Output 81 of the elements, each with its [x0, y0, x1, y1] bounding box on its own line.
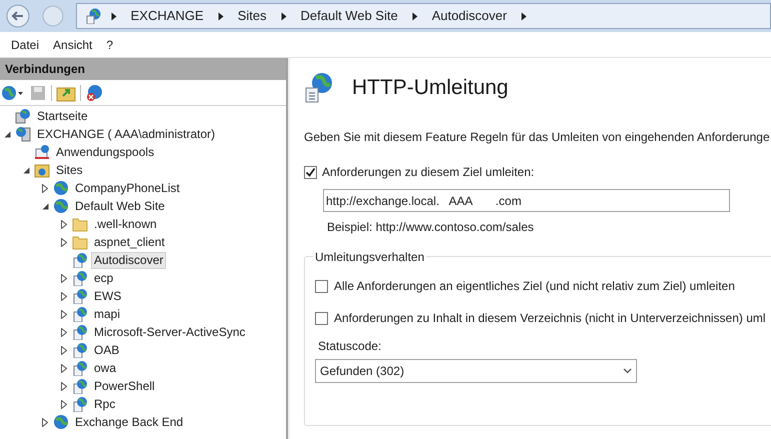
menu-item[interactable]: Ansicht — [46, 32, 100, 56]
tree-item[interactable]: PowerShell — [91, 378, 158, 394]
expand-arrow-icon[interactable] — [42, 184, 48, 192]
server-globe-icon — [15, 126, 31, 142]
application-icon — [72, 288, 88, 304]
description-text: Geben Sie mit diesem Feature Regeln für das Umleiten von eingehenden Anforderunge — [304, 129, 771, 146]
breadcrumb-item[interactable]: EXCHANGE — [126, 6, 208, 26]
expand-arrow-icon[interactable] — [61, 364, 67, 372]
collapse-arrow-icon[interactable] — [4, 130, 10, 138]
globe-dropdown-icon[interactable] — [1, 84, 25, 102]
chevron-right-icon — [412, 12, 418, 20]
tree-item[interactable]: .well-known — [91, 216, 160, 232]
tree-item[interactable]: ecp — [91, 270, 116, 286]
chevron-right-icon — [110, 12, 117, 20]
breadcrumb-item[interactable]: Sites — [234, 6, 270, 26]
collapse-arrow-icon[interactable] — [42, 202, 48, 210]
folder-globe-icon — [34, 162, 50, 178]
feature-title: HTTP-Umleitung — [352, 75, 508, 102]
page-globe-icon — [304, 72, 334, 104]
application-icon — [72, 252, 88, 268]
panel-header: Verbindungen — [0, 58, 286, 80]
tree-item[interactable]: EWS — [91, 288, 124, 304]
expand-arrow-icon[interactable] — [42, 418, 48, 426]
tree-item[interactable]: CompanyPhoneList — [72, 180, 183, 196]
application-icon — [72, 270, 88, 286]
chevron-down-icon — [623, 368, 632, 374]
tree-item[interactable]: Rpc — [91, 396, 118, 412]
example-text: Beispiel: http://www.contoso.com/sales — [327, 219, 535, 236]
statuscode-dropdown[interactable]: Gefunden (302) — [315, 359, 637, 383]
application-icon — [72, 378, 88, 394]
menu-item[interactable]: Datei — [4, 32, 46, 56]
globe-icon — [53, 414, 69, 430]
expand-arrow-icon[interactable] — [61, 400, 67, 408]
app-pool-icon — [34, 144, 50, 160]
chevron-right-icon — [520, 12, 527, 20]
globe-disconnect-icon[interactable] — [85, 84, 105, 102]
collapse-arrow-icon[interactable] — [22, 166, 30, 174]
expand-arrow-icon[interactable] — [61, 292, 67, 300]
tree-item[interactable]: owa — [91, 360, 120, 376]
checkbox-label: Alle Anforderungen an eigentliches Ziel (und nicht relativ zum Ziel) umleiten — [334, 278, 735, 295]
globe-icon — [53, 180, 69, 196]
application-icon — [72, 396, 88, 412]
expand-arrow-icon[interactable] — [61, 220, 67, 228]
expand-arrow-icon[interactable] — [61, 310, 67, 318]
statuscode-label: Statuscode: — [318, 338, 382, 355]
expand-arrow-icon[interactable] — [61, 346, 67, 354]
expand-arrow-icon[interactable] — [61, 328, 67, 336]
chevron-right-icon — [218, 12, 224, 20]
tree-item[interactable]: Exchange Back End — [72, 414, 186, 430]
checkbox[interactable] — [304, 166, 317, 178]
server-globe-icon — [15, 108, 31, 124]
folder-icon — [72, 216, 88, 232]
expand-arrow-icon[interactable] — [61, 382, 67, 390]
menu-item[interactable]: ? — [99, 32, 120, 56]
tree-item[interactable]: Startseite — [34, 108, 91, 124]
tree-item[interactable]: Microsoft-Server-ActiveSync — [91, 324, 248, 340]
checkbox-label: Anforderungen zu diesem Ziel umleiten: — [322, 164, 534, 181]
page-globe-icon — [84, 8, 101, 24]
application-icon — [72, 360, 88, 376]
chevron-right-icon — [280, 12, 286, 20]
application-icon — [72, 342, 88, 358]
folder-icon — [72, 234, 88, 250]
application-icon — [72, 306, 88, 322]
tree-item[interactable]: Anwendungspools — [53, 144, 158, 160]
tree-item[interactable]: OAB — [91, 342, 122, 358]
url-field[interactable]: http://exchange.local. AAA .com — [323, 189, 730, 212]
tree-item[interactable]: mapi — [91, 306, 124, 322]
tree-item[interactable]: EXCHANGE ( AAA\administrator) — [34, 126, 218, 142]
checkbox[interactable] — [315, 280, 328, 292]
breadcrumb-item[interactable]: Autodiscover — [428, 6, 511, 26]
expand-arrow-icon[interactable] — [61, 238, 67, 246]
expand-arrow-icon[interactable] — [61, 274, 67, 282]
tree-item[interactable]: Sites — [53, 162, 86, 178]
checkbox-label: Anforderungen zu Inhalt in diesem Verzeichnis (nicht in Unterverzeichnissen) uml — [334, 310, 766, 327]
tree-item[interactable]: aspnet_client — [91, 234, 168, 250]
checkbox[interactable] — [315, 312, 328, 324]
globe-icon — [53, 198, 69, 214]
breadcrumb-item[interactable]: Default Web Site — [296, 6, 402, 26]
tree-item[interactable]: Autodiscover — [91, 252, 166, 268]
tree-item[interactable]: Default Web Site — [72, 198, 168, 214]
application-icon — [72, 324, 88, 340]
